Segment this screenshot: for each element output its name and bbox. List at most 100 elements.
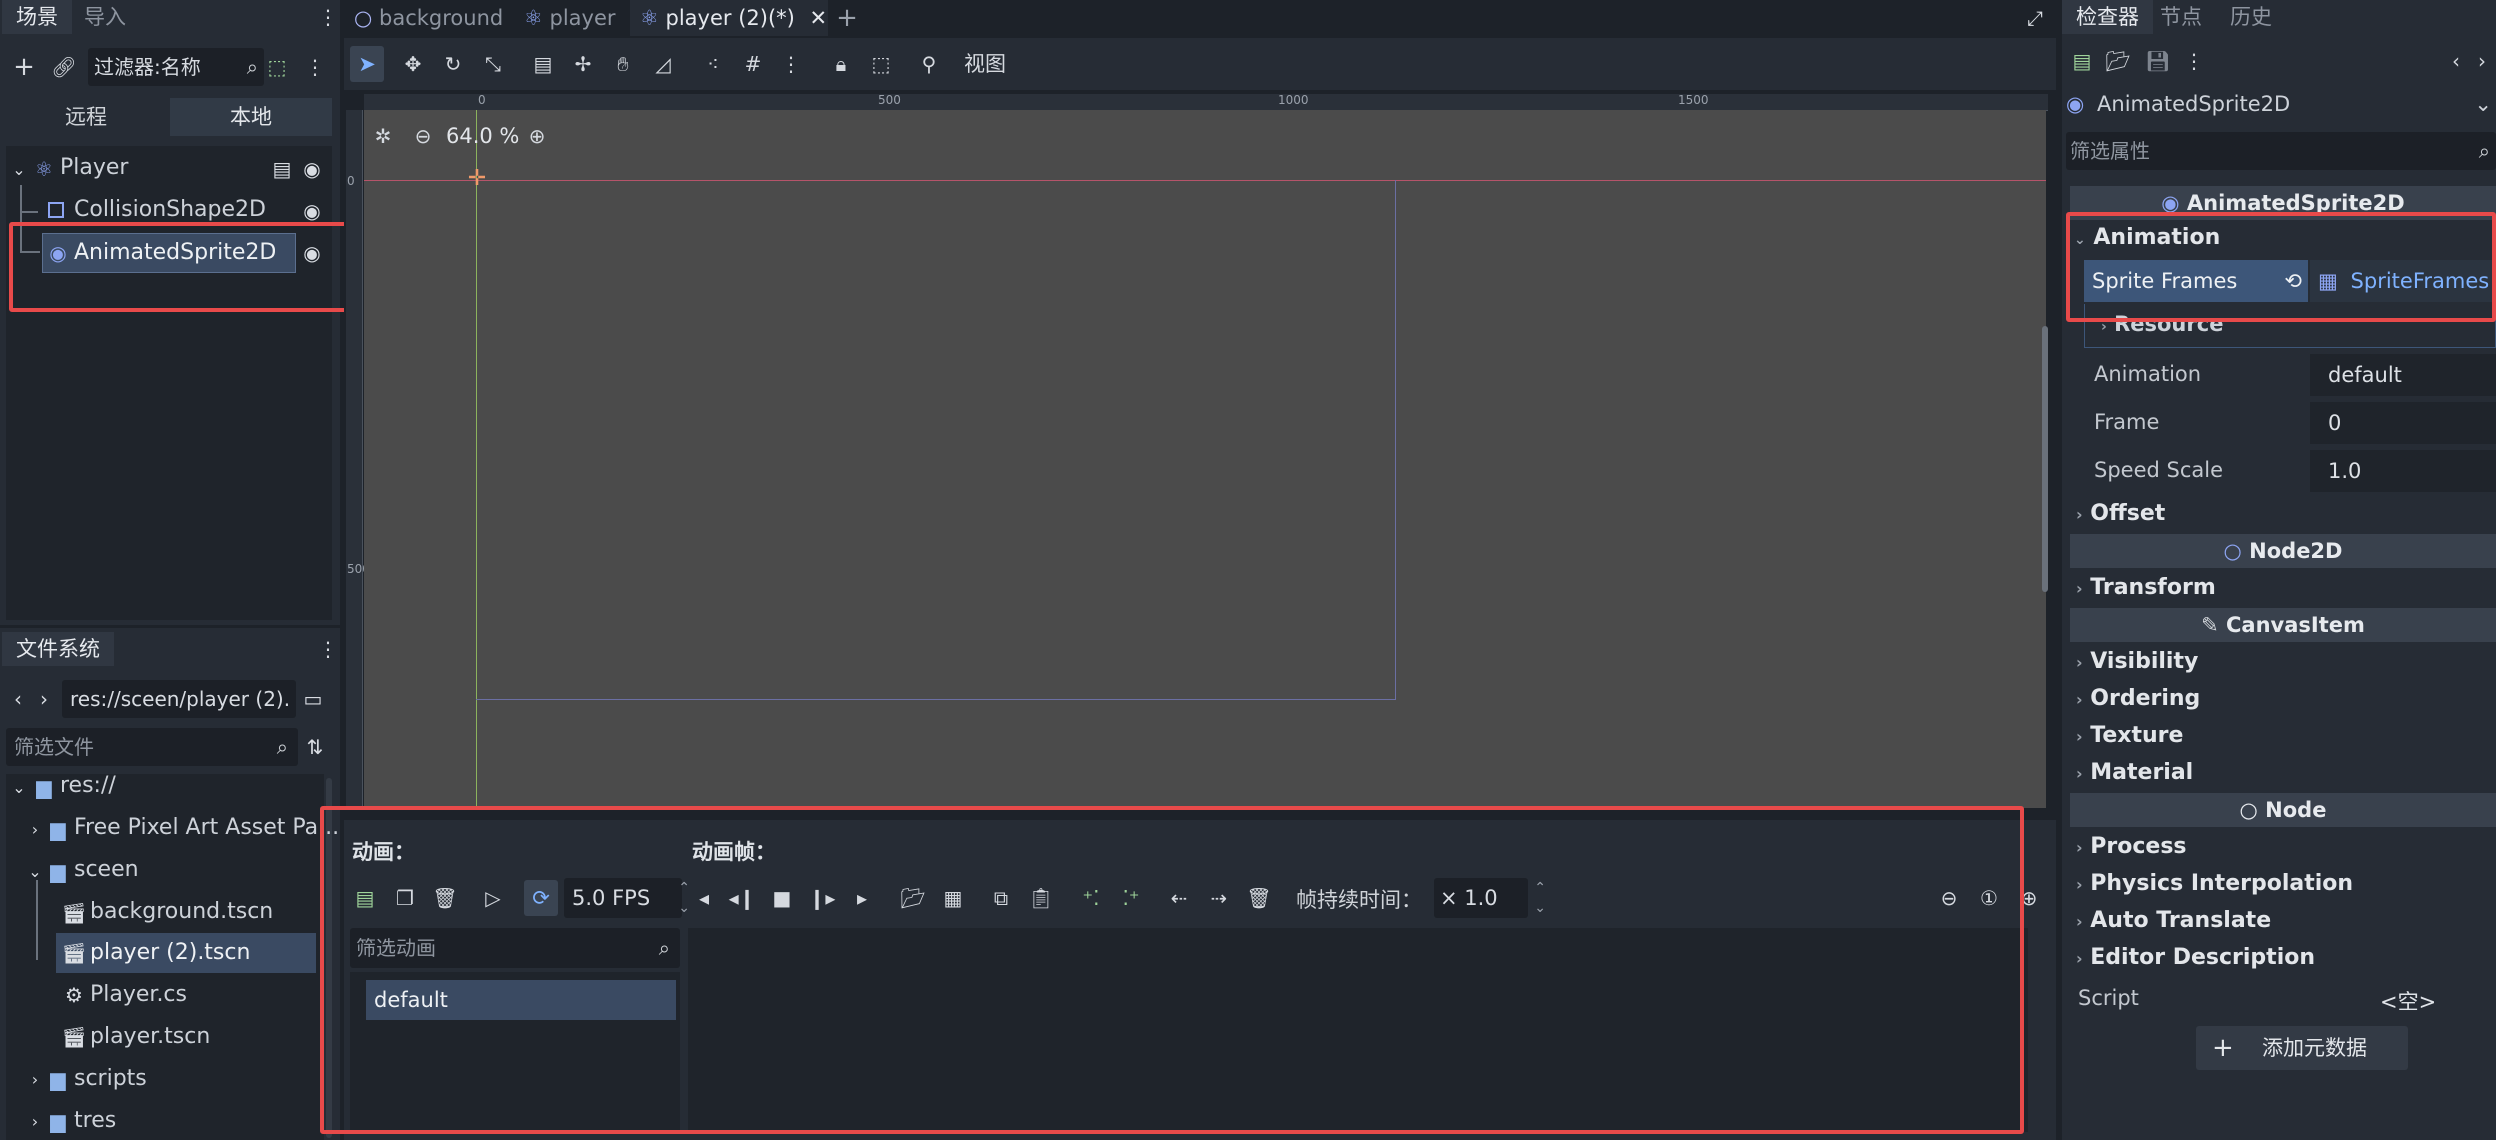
add-tab-icon[interactable]: +: [832, 2, 862, 34]
chevron-right-icon: ›: [2076, 912, 2083, 931]
lock-icon[interactable]: 🔒︎: [824, 46, 858, 82]
section-visibility[interactable]: › Visibility: [2070, 644, 2496, 680]
history-back-icon[interactable]: ‹: [2446, 46, 2466, 76]
bone-icon[interactable]: ⚲: [912, 46, 946, 82]
close-icon[interactable]: ✕: [810, 6, 828, 30]
grid-snap-icon[interactable]: #: [736, 46, 770, 82]
fs-item-res[interactable]: res://: [60, 767, 116, 805]
move-tool-icon[interactable]: ✥: [396, 46, 430, 82]
tab-import[interactable]: 导入: [70, 0, 140, 34]
pivot-tool-icon[interactable]: ✢: [566, 46, 600, 82]
chevron-right-icon[interactable]: ›: [26, 814, 44, 844]
layout-toggle-icon[interactable]: ▭: [298, 684, 328, 714]
tab-inspector[interactable]: 检查器: [2062, 0, 2153, 34]
section-transform-label: Transform: [2090, 575, 2216, 600]
center-view-icon[interactable]: ✲: [370, 122, 396, 150]
add-metadata-button[interactable]: + 添加元数据: [2196, 1026, 2408, 1070]
tab-scene[interactable]: 场景: [2, 0, 72, 34]
kebab-icon[interactable]: ⋮: [318, 636, 338, 662]
section-process[interactable]: › Process: [2070, 829, 2496, 865]
section-ordering[interactable]: › Ordering: [2070, 681, 2496, 717]
editor-tab-player[interactable]: ⚛ player: [524, 0, 616, 36]
tab-history[interactable]: 历史: [2216, 0, 2286, 34]
kebab-icon[interactable]: ⋮: [2184, 46, 2204, 76]
fs-item-background-tscn[interactable]: background.tscn: [90, 893, 273, 931]
forward-arrow-icon[interactable]: ›: [34, 684, 54, 714]
chevron-right-icon: ›: [2076, 579, 2083, 598]
tree-node-player[interactable]: Player: [60, 149, 128, 187]
eye-icon[interactable]: ◉: [300, 154, 324, 184]
inspector-node-selector[interactable]: ◉ AnimatedSprite2D ⌄: [2066, 86, 2496, 122]
local-tab[interactable]: 本地: [170, 98, 332, 136]
open-resource-icon[interactable]: 📂︎: [2104, 46, 2132, 76]
filesystem-path-input[interactable]: res://sceen/player (2).: [62, 680, 296, 718]
link-icon[interactable]: 🔗︎: [48, 52, 80, 82]
search-icon: ⌕: [276, 735, 288, 759]
scene-filter-input[interactable]: 过滤器:名称 ⌕: [88, 48, 264, 86]
folder-icon: ▆: [36, 775, 52, 799]
tab-filesystem[interactable]: 文件系统: [2, 632, 114, 666]
highlight-box-sprite-frames: [2066, 212, 2496, 322]
fs-item-tres[interactable]: tres: [74, 1102, 116, 1140]
section-texture[interactable]: › Texture: [2070, 718, 2496, 754]
chevron-down-icon[interactable]: ⌄: [10, 772, 28, 802]
editor-tab-player2[interactable]: ⚛ player (2)(*) ✕: [630, 0, 828, 36]
rotate-tool-icon[interactable]: ↻: [436, 46, 470, 82]
viewport-rect: [476, 180, 1396, 700]
back-arrow-icon[interactable]: ‹: [8, 684, 28, 714]
new-resource-icon[interactable]: ▤: [2068, 46, 2096, 76]
fs-item-sceen[interactable]: sceen: [74, 851, 139, 889]
kebab-icon[interactable]: ⋮: [300, 52, 330, 82]
canvas-scrollbar[interactable]: [2042, 326, 2048, 592]
section-offset[interactable]: › Offset: [2070, 496, 2496, 532]
kebab-icon[interactable]: ⋮: [318, 4, 338, 30]
fs-item-player-cs[interactable]: Player.cs: [90, 976, 187, 1014]
scale-tool-icon[interactable]: ⤡: [476, 46, 510, 82]
instantiate-scene-button[interactable]: ⬚: [262, 52, 292, 82]
pan-tool-icon[interactable]: ✋︎: [606, 46, 640, 82]
smart-snap-icon[interactable]: ⁖: [696, 46, 730, 82]
ruler-align-icon[interactable]: ▤: [526, 46, 560, 82]
sort-icon[interactable]: ⇅: [300, 732, 330, 762]
section-material[interactable]: › Material: [2070, 755, 2496, 791]
chevron-right-icon[interactable]: ›: [26, 1064, 44, 1094]
chevron-right-icon[interactable]: ›: [26, 1106, 44, 1136]
chevron-down-icon[interactable]: ⌄: [10, 154, 28, 184]
fs-item-scripts[interactable]: scripts: [74, 1060, 147, 1098]
add-node-button[interactable]: +: [8, 52, 40, 82]
kebab-icon[interactable]: ⋮: [776, 46, 806, 82]
section-auto-translate[interactable]: › Auto Translate: [2070, 903, 2496, 939]
tab-node[interactable]: 节点: [2146, 0, 2216, 34]
canvas-area[interactable]: ✛: [364, 110, 2046, 808]
section-editor-description[interactable]: › Editor Description: [2070, 940, 2496, 976]
zoom-level[interactable]: 64.0 %: [446, 122, 519, 150]
property-frame-value[interactable]: 0: [2310, 402, 2496, 444]
section-auto-translate-label: Auto Translate: [2090, 908, 2272, 933]
collision-shape-icon: [48, 202, 64, 218]
fullscreen-icon[interactable]: ⤢: [2020, 2, 2050, 34]
property-animation-label: Animation: [2094, 362, 2202, 386]
section-transform[interactable]: › Transform: [2070, 570, 2496, 606]
editor-tab-background[interactable]: ○ background: [354, 0, 503, 36]
history-forward-icon[interactable]: ›: [2472, 46, 2492, 76]
property-animation-value[interactable]: default: [2310, 354, 2496, 396]
group-icon[interactable]: ⬚: [864, 46, 898, 82]
measure-tool-icon[interactable]: ◿: [646, 46, 680, 82]
save-resource-icon[interactable]: 💾︎: [2144, 46, 2172, 76]
zoom-in-icon[interactable]: ⊕: [524, 122, 550, 150]
zoom-out-icon[interactable]: ⊖: [410, 122, 436, 150]
property-speed-scale-value[interactable]: 1.0: [2310, 450, 2496, 492]
property-filter-input[interactable]: 筛选属性 ⌕: [2066, 132, 2496, 170]
fs-item-free-pixel-art[interactable]: Free Pixel Art Asset Pa...: [74, 809, 339, 847]
select-tool-button[interactable]: ➤: [350, 46, 384, 82]
section-physics-interpolation[interactable]: › Physics Interpolation: [2070, 866, 2496, 902]
chevron-right-icon: ›: [2076, 838, 2083, 857]
script-property-value[interactable]: <空>: [2380, 986, 2436, 1016]
view-menu[interactable]: 视图: [964, 46, 1006, 82]
remote-tab[interactable]: 远程: [6, 98, 166, 136]
filesystem-filter-input[interactable]: 筛选文件 ⌕: [6, 728, 298, 766]
chevron-down-icon[interactable]: ⌄: [26, 856, 44, 886]
fs-item-player-tscn[interactable]: player.tscn: [90, 1018, 210, 1056]
script-icon[interactable]: ▤: [270, 154, 294, 184]
fs-item-player2-tscn[interactable]: player (2).tscn: [90, 934, 250, 972]
